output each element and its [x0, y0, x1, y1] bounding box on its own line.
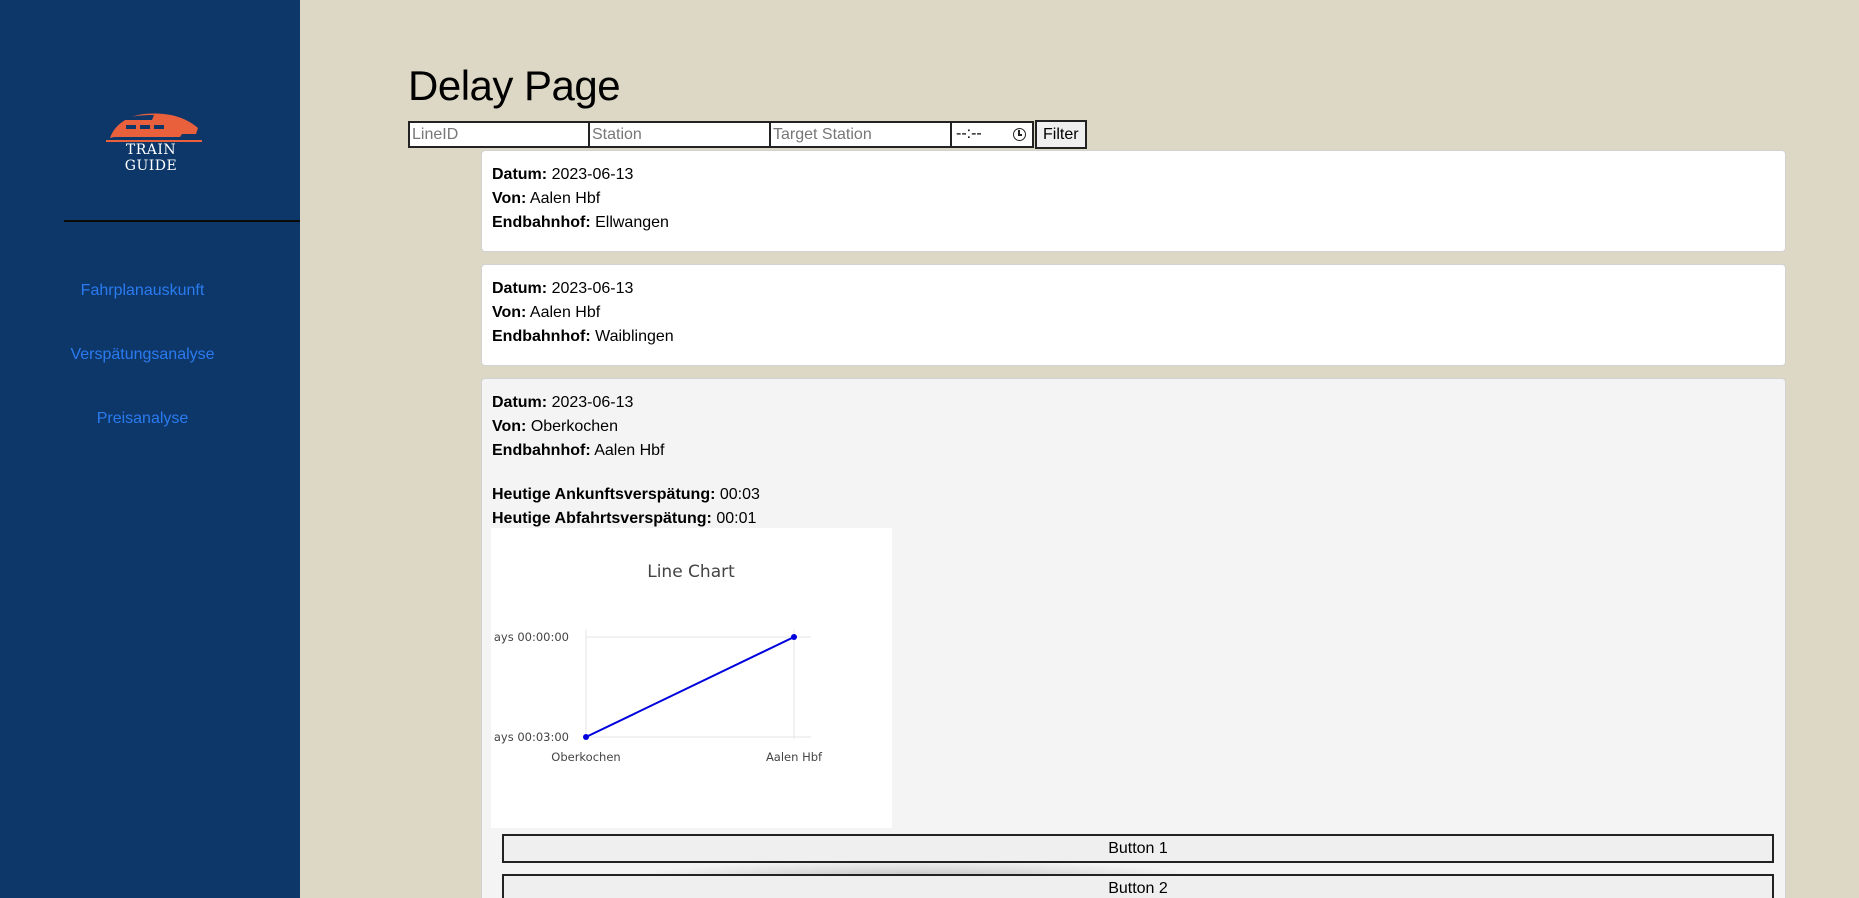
station-input[interactable] [590, 121, 771, 148]
from-label: Von: [492, 304, 527, 321]
time-value: --:-- [956, 125, 982, 142]
from-row: Von: Aalen Hbf [492, 301, 1775, 325]
nav-link-preisanalyse[interactable]: Preisanalyse [0, 410, 285, 428]
end-value: Waiblingen [595, 328, 674, 345]
nav-link-verspaetungsanalyse[interactable]: Verspätungsanalyse [0, 346, 285, 364]
date-row: Datum: 2023-06-13 [492, 277, 1775, 301]
from-value: Oberkochen [530, 418, 618, 435]
from-label: Von: [492, 190, 527, 207]
chart-point [583, 734, 589, 740]
target-station-input[interactable] [771, 121, 952, 148]
sidebar: TRAIN GUIDE Fahrplanauskunft Verspätungs… [0, 0, 300, 898]
date-label: Datum: [492, 394, 548, 411]
from-value: Aalen Hbf [529, 304, 601, 321]
time-input[interactable]: --:-- [952, 121, 1034, 148]
date-value: 2023-06-13 [551, 394, 634, 411]
nav-link-fahrplanauskunft[interactable]: Fahrplanauskunft [0, 282, 285, 300]
chart-series-line [585, 636, 795, 738]
date-row: Datum: 2023-06-13 [492, 391, 1775, 415]
arrival-delay-label: Heutige Ankunftsverspätung: [492, 486, 716, 503]
button-1[interactable]: Button 1 [502, 834, 1774, 863]
filter-bar: --:-- Filter [408, 120, 1087, 149]
chart-title: Line Chart [647, 562, 735, 582]
date-value: 2023-06-13 [551, 280, 634, 297]
arrival-delay-value: 00:03 [719, 486, 760, 503]
chart-x-tick-label: Oberkochen [551, 750, 620, 764]
date-label: Datum: [492, 166, 548, 183]
page-title: Delay Page [408, 62, 621, 109]
chart-x-labels: Oberkochen Aalen Hbf [551, 750, 823, 764]
end-value: Aalen Hbf [594, 442, 665, 459]
end-row: Endbahnhof: Ellwangen [492, 211, 1775, 235]
filter-button[interactable]: Filter [1035, 120, 1087, 149]
chart-y-tick-label: ays 00:03:00 [494, 730, 569, 744]
button-2[interactable]: Button 2 [502, 874, 1774, 898]
end-row: Endbahnhof: Waiblingen [492, 325, 1775, 349]
chart-point [791, 634, 797, 640]
from-row: Von: Oberkochen [492, 415, 1775, 439]
from-value: Aalen Hbf [529, 190, 601, 207]
delay-line-chart: Line Chart ays 00:00:00 ays 00:03:00 Ober… [491, 528, 892, 828]
date-row: Datum: 2023-06-13 [492, 163, 1775, 187]
chart-series [583, 634, 797, 740]
chart-y-labels: ays 00:00:00 ays 00:03:00 [494, 630, 569, 744]
end-label: Endbahnhof: [492, 214, 591, 231]
end-row: Endbahnhof: Aalen Hbf [492, 439, 1775, 463]
trip-card[interactable]: Datum: 2023-06-13 Von: Aalen Hbf Endbahn… [481, 264, 1786, 366]
delay-info: Heutige Ankunftsverspätung: 00:03 Heutig… [492, 483, 1775, 531]
sidebar-divider [64, 220, 300, 222]
end-value: Ellwangen [595, 214, 669, 231]
chart-svg: Line Chart ays 00:00:00 ays 00:03:00 Ober… [494, 562, 823, 764]
end-label: Endbahnhof: [492, 442, 591, 459]
end-label: Endbahnhof: [492, 328, 591, 345]
from-row: Von: Aalen Hbf [492, 187, 1775, 211]
logo-text: TRAIN GUIDE [124, 142, 178, 174]
departure-delay-label: Heutige Abfahrtsverspätung: [492, 510, 712, 527]
line-id-input[interactable] [408, 121, 590, 148]
chart-y-tick-label: ays 00:00:00 [494, 630, 569, 644]
from-label: Von: [492, 418, 527, 435]
trip-card[interactable]: Datum: 2023-06-13 Von: Aalen Hbf Endbahn… [481, 150, 1786, 252]
chart-x-tick-label: Aalen Hbf [766, 750, 823, 764]
departure-delay-value: 00:01 [716, 510, 757, 527]
clock-icon[interactable] [1013, 128, 1026, 141]
date-label: Datum: [492, 280, 548, 297]
arrival-delay-row: Heutige Ankunftsverspätung: 00:03 [492, 483, 1775, 507]
date-value: 2023-06-13 [551, 166, 634, 183]
